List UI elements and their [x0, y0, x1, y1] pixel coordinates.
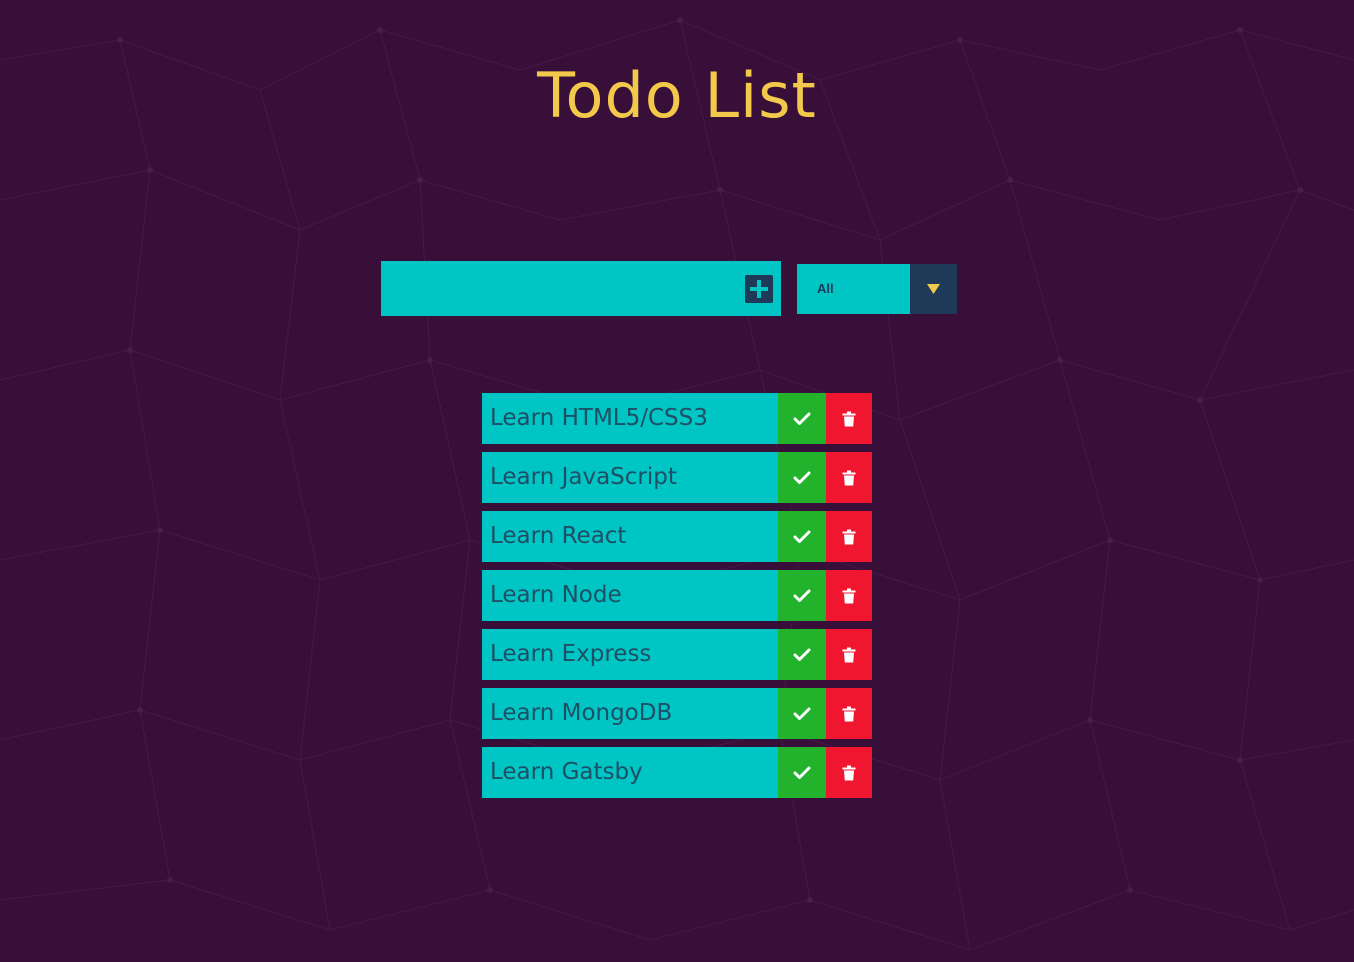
filter-dropdown-toggle[interactable]: [910, 264, 957, 314]
todo-item: Learn Gatsby: [482, 747, 872, 798]
plus-square-icon: [750, 280, 768, 298]
complete-button[interactable]: [778, 629, 826, 680]
todo-input[interactable]: [381, 261, 731, 316]
todo-item: Learn Express: [482, 629, 872, 680]
delete-button[interactable]: [826, 511, 872, 562]
todo-text: Learn MongoDB: [490, 700, 673, 726]
delete-button[interactable]: [826, 570, 872, 621]
check-icon: [793, 530, 811, 543]
caret-down-icon: [927, 284, 940, 294]
todo-item: Learn React: [482, 511, 872, 562]
add-todo-form: [381, 261, 781, 316]
trash-icon: [842, 411, 856, 426]
filter-selected-value: All: [817, 281, 834, 296]
delete-button[interactable]: [826, 688, 872, 739]
check-icon: [793, 648, 811, 661]
trash-icon: [842, 588, 856, 603]
complete-button[interactable]: [778, 570, 826, 621]
complete-button[interactable]: [778, 393, 826, 444]
todo-text: Learn React: [490, 523, 627, 549]
check-icon: [793, 766, 811, 779]
todo-text: Learn Node: [490, 582, 622, 608]
add-todo-button[interactable]: [745, 275, 773, 303]
todo-text: Learn Gatsby: [490, 759, 643, 785]
delete-button[interactable]: [826, 452, 872, 503]
todo-text: Learn Express: [490, 641, 652, 667]
complete-button[interactable]: [778, 511, 826, 562]
complete-button[interactable]: [778, 452, 826, 503]
todo-text: Learn HTML5/CSS3: [490, 405, 708, 431]
delete-button[interactable]: [826, 393, 872, 444]
trash-icon: [842, 706, 856, 721]
todo-item: Learn HTML5/CSS3: [482, 393, 872, 444]
delete-button[interactable]: [826, 747, 872, 798]
check-icon: [793, 471, 811, 484]
todo-item: Learn MongoDB: [482, 688, 872, 739]
complete-button[interactable]: [778, 688, 826, 739]
check-icon: [793, 707, 811, 720]
trash-icon: [842, 529, 856, 544]
filter-select[interactable]: All: [797, 264, 957, 314]
todo-item: Learn Node: [482, 570, 872, 621]
delete-button[interactable]: [826, 629, 872, 680]
check-icon: [793, 412, 811, 425]
todo-text: Learn JavaScript: [490, 464, 677, 490]
trash-icon: [842, 765, 856, 780]
check-icon: [793, 589, 811, 602]
page-title: Todo List: [537, 59, 817, 132]
todo-list: Learn HTML5/CSS3 Learn JavaScript Learn …: [482, 393, 872, 806]
complete-button[interactable]: [778, 747, 826, 798]
todo-item: Learn JavaScript: [482, 452, 872, 503]
trash-icon: [842, 470, 856, 485]
trash-icon: [842, 647, 856, 662]
